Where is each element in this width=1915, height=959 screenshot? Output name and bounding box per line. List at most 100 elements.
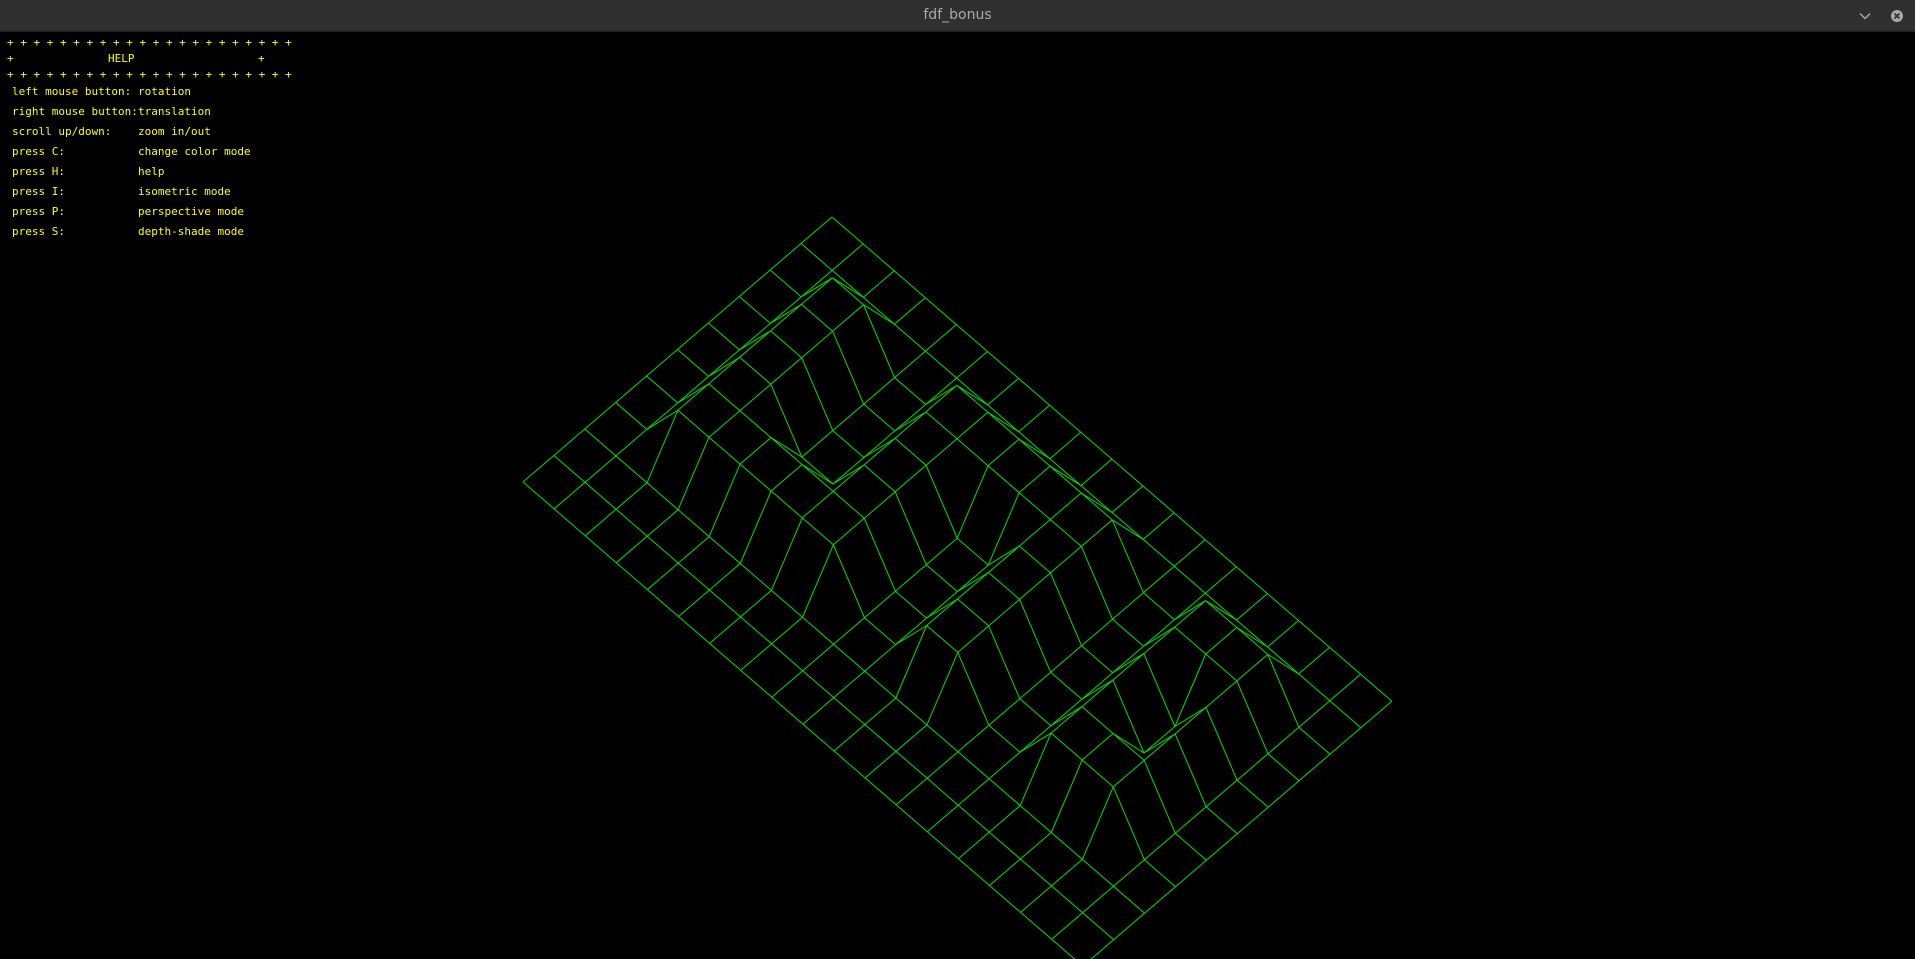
wire-segment [862, 270, 895, 298]
wire-segment [801, 277, 833, 298]
wire-segment [553, 455, 586, 483]
wire-segment [1019, 519, 1051, 547]
wire-segment [1204, 539, 1237, 568]
wire-segment [771, 696, 804, 725]
wire-segment [1360, 673, 1393, 702]
close-button[interactable] [1887, 6, 1907, 26]
wire-segment [864, 670, 897, 699]
wire-segment [863, 438, 896, 466]
wire-segment [677, 383, 710, 404]
wire-segment [708, 410, 741, 438]
wire-segment [987, 404, 1020, 433]
wire-segment [677, 562, 710, 591]
wire-segment [832, 544, 865, 618]
wire-segment [1205, 806, 1238, 835]
wire-segment [925, 411, 958, 440]
wire-segment [1267, 593, 1299, 621]
wire-segment [1267, 753, 1300, 782]
wire-segment [800, 243, 833, 271]
wire-segment [800, 270, 833, 298]
wire-segment [1112, 786, 1145, 860]
wire-segment [1081, 759, 1114, 788]
wire-segment [584, 508, 617, 537]
wire-segment [615, 455, 648, 484]
wire-segment [1020, 885, 1052, 913]
wire-segment [1019, 725, 1052, 753]
wire-segment [1019, 698, 1052, 727]
wire-segment [1205, 600, 1237, 621]
wire-segment [863, 304, 896, 378]
wire-segment [1174, 706, 1207, 727]
wire-segment [801, 517, 834, 546]
help-panel: + + + + + + + + + + + + + + + + + + + + … [0, 32, 300, 272]
wire-segment [926, 625, 959, 653]
wire-segment [615, 402, 648, 430]
wire-segment [708, 322, 740, 351]
wire-segment [863, 430, 896, 458]
wire-segment [1174, 733, 1207, 807]
wire-segment [926, 652, 959, 726]
wire-segment [1112, 733, 1145, 761]
wire-segment [1205, 592, 1237, 621]
wire-segment [832, 430, 865, 458]
wire-segment [615, 535, 648, 564]
wire-segment [925, 537, 958, 566]
wire-segment [800, 216, 833, 244]
wire-segment [1298, 726, 1331, 755]
wire-segment [894, 377, 927, 405]
wire-segment [956, 384, 988, 406]
wire-segment [833, 750, 866, 779]
wire-segment [769, 243, 802, 271]
wire-segment [956, 377, 989, 406]
wire-segment [1236, 654, 1269, 682]
wire-segment [1143, 760, 1176, 834]
wire-segment [895, 804, 928, 833]
wire-segment [1051, 938, 1076, 959]
wire-segment [833, 617, 865, 645]
wire-segment [1080, 546, 1113, 620]
wire-segment [895, 564, 927, 592]
wire-segment [1080, 458, 1113, 486]
wire-segment [925, 384, 958, 405]
wire-segment [1050, 546, 1082, 574]
wire-segment [801, 464, 834, 485]
wire-segment [1111, 458, 1144, 487]
wire-segment [864, 724, 897, 752]
wire-segment [771, 670, 804, 698]
wire-segment [1142, 485, 1175, 514]
wire-segment [584, 482, 617, 510]
wire-segment [1143, 565, 1175, 594]
wire-segment [1049, 465, 1082, 487]
wire-segment [925, 465, 958, 539]
wire-segment [893, 270, 926, 299]
wire-segment [1143, 733, 1176, 754]
wire-segment [1142, 512, 1175, 540]
wire-segment [956, 351, 988, 379]
wire-segment [1173, 512, 1206, 541]
wire-segment [1111, 519, 1144, 593]
wire-segment [802, 723, 835, 752]
wire-segment [1080, 492, 1113, 521]
wire-segment [709, 563, 741, 591]
wire-segment [988, 625, 1021, 699]
wire-segment [864, 777, 897, 806]
wire-segment [646, 410, 679, 483]
wire-segment [1143, 626, 1176, 654]
help-action: change color mode [138, 145, 251, 158]
wire-segment [801, 491, 834, 519]
wire-segment [708, 296, 740, 324]
help-border-bottom: + + + + + + + + + + + + + + + + + + + + … [7, 68, 292, 81]
wire-segment [1267, 654, 1300, 728]
wire-segment [832, 457, 865, 485]
wire-segment [1360, 700, 1393, 729]
help-key: right mouse button: [12, 105, 138, 118]
wire-segment [1298, 700, 1331, 728]
help-action: perspective mode [138, 205, 244, 218]
wire-segment [924, 297, 957, 325]
title-bar[interactable]: fdf_bonus [0, 0, 1915, 32]
wire-segment [740, 669, 773, 698]
help-key: press S: [12, 225, 65, 238]
minimize-button[interactable] [1855, 6, 1875, 26]
wire-segment [1112, 653, 1145, 674]
wire-segment [1329, 727, 1362, 755]
